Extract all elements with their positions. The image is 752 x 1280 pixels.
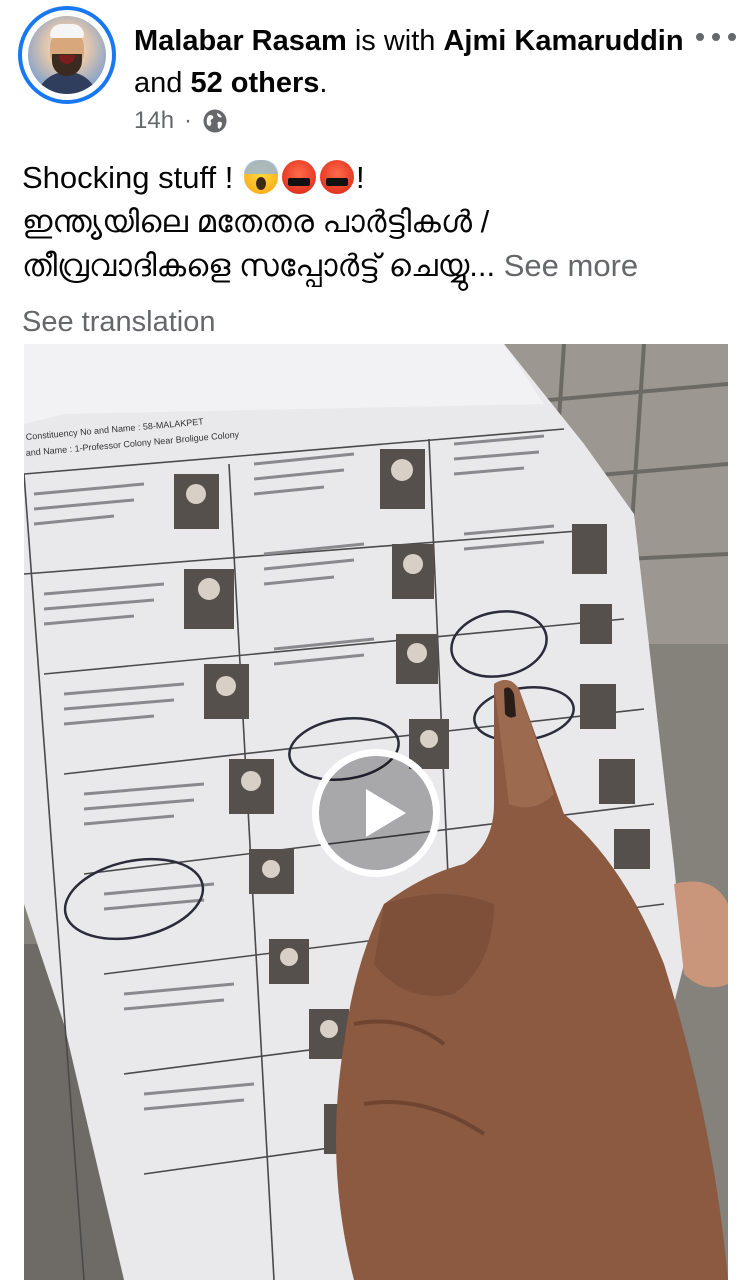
feed-gutter	[728, 344, 752, 1280]
face-screaming-emoji	[244, 160, 279, 194]
see-more-link[interactable]: See more	[504, 248, 638, 283]
face-with-symbols-on-mouth-emoji	[320, 160, 355, 194]
more-options-icon[interactable]	[692, 24, 740, 50]
face-with-symbols-on-mouth-emoji	[282, 160, 317, 194]
meta-separator: ·	[184, 107, 193, 134]
play-icon[interactable]	[312, 749, 440, 877]
caption-line-1: Shocking stuff ! !	[22, 156, 737, 200]
with-text: is with	[354, 25, 436, 57]
caption-exclamation: !	[356, 160, 365, 195]
tagged-others[interactable]: 52 others	[190, 67, 319, 99]
and-text: and	[134, 67, 183, 99]
period: .	[319, 67, 328, 99]
globe-icon[interactable]	[202, 108, 228, 134]
see-translation-link[interactable]: See translation	[22, 302, 215, 342]
caption-text: Shocking stuff !	[22, 160, 234, 195]
avatar-image	[28, 16, 106, 94]
author-avatar[interactable]	[18, 6, 116, 104]
author-name[interactable]: Malabar Rasam	[134, 25, 347, 57]
tagged-person[interactable]: Ajmi Kamaruddin	[443, 25, 683, 57]
post-time[interactable]: 14h	[134, 107, 174, 135]
caption-line-2: ഇന്ത്യയിലെ മതേതര പാർട്ടികൾ /	[22, 204, 490, 239]
post-author-line: Malabar Rasam is with Ajmi Kamaruddin an…	[134, 20, 694, 104]
caption-line-3: തീവ്രവാദികളെ സപ്പോർട്ട് ചെയ്യു... See mo…	[22, 244, 737, 288]
post-header: Malabar Rasam is with Ajmi Kamaruddin an…	[0, 0, 752, 150]
caption-truncated: തീവ്രവാദികളെ സപ്പോർട്ട് ചെയ്യു...	[22, 248, 496, 283]
post-meta: 14h ·	[134, 106, 228, 136]
video-player[interactable]: Constituency No and Name : 58-MALAKPET a…	[24, 344, 728, 1280]
post-caption: Shocking stuff ! ! ഇന്ത്യയിലെ മതേതര പാർട…	[22, 156, 737, 288]
